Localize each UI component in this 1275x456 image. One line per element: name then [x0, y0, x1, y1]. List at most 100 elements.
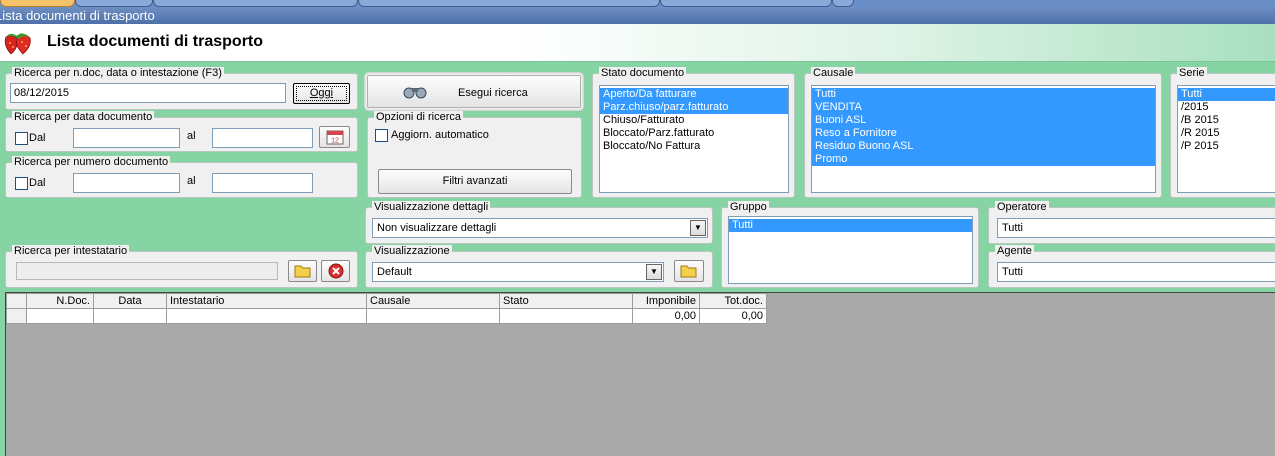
- col-header-causale[interactable]: Causale: [366, 293, 500, 309]
- col-header-imponibile[interactable]: Imponibile: [632, 293, 700, 309]
- advanced-filters-button[interactable]: Filtri avanzati: [378, 169, 572, 194]
- advanced-filters-label: Filtri avanzati: [442, 175, 508, 187]
- search-options-label: Opzioni di ricerca: [374, 111, 463, 124]
- causale-list[interactable]: Tutti VENDITA Buoni ASL Reso a Fornitore Res…: [811, 85, 1156, 193]
- quick-search-input[interactable]: 08/12/2015: [10, 83, 286, 103]
- grid-header-row: N.Doc. Data Intestatario Causale Stato I…: [6, 293, 767, 309]
- serie-label: Serie: [1177, 67, 1207, 80]
- row-selector-header[interactable]: [6, 293, 27, 309]
- cell-ndoc[interactable]: [26, 308, 94, 324]
- clear-holder-button[interactable]: [321, 260, 350, 282]
- view-group: Visualizzazione Default ▼: [365, 245, 713, 288]
- today-button[interactable]: Oggi: [293, 83, 350, 104]
- holder-search-label: Ricerca per intestatario: [12, 245, 130, 258]
- operator-value: Tutti: [1002, 222, 1023, 234]
- run-search-frame: Esegui ricerca: [365, 73, 583, 110]
- date-from-checkbox[interactable]: [15, 132, 28, 145]
- results-grid[interactable]: N.Doc. Data Intestatario Causale Stato I…: [5, 292, 1275, 456]
- list-item[interactable]: Bloccato/No Fattura: [600, 140, 788, 153]
- agent-group: Agente Tutti: [988, 245, 1275, 288]
- causale-group: Causale Tutti VENDITA Buoni ASL Reso a Forn…: [804, 67, 1162, 198]
- col-header-stato[interactable]: Stato: [499, 293, 633, 309]
- folder-icon: [680, 265, 697, 278]
- list-item[interactable]: /R 2015: [1178, 127, 1275, 140]
- table-row[interactable]: 0,00 0,00: [6, 308, 767, 324]
- cell-intestatario[interactable]: [166, 308, 367, 324]
- calendar-icon: 12: [326, 130, 343, 145]
- tab[interactable]: [358, 0, 660, 7]
- list-item[interactable]: /P 2015: [1178, 140, 1275, 153]
- view-select[interactable]: Default ▼: [372, 262, 664, 282]
- list-item[interactable]: VENDITA: [812, 101, 1155, 114]
- number-from-input[interactable]: [73, 173, 180, 193]
- agent-select[interactable]: Tutti: [997, 262, 1275, 282]
- cell-data[interactable]: [93, 308, 167, 324]
- list-item[interactable]: Residuo Buono ASL: [812, 140, 1155, 153]
- date-search-group: Ricerca per data documento Dal al 12: [5, 111, 358, 152]
- page-header: Lista documenti di trasporto: [0, 24, 1275, 62]
- window-title-bar: Lista documenti di trasporto: [0, 7, 1275, 24]
- auto-update-checkbox[interactable]: [375, 129, 388, 142]
- number-from-checkbox[interactable]: [15, 177, 28, 190]
- calendar-button[interactable]: 12: [319, 126, 350, 148]
- group-list[interactable]: Tutti: [728, 216, 973, 284]
- group-group: Gruppo Tutti: [721, 201, 979, 288]
- open-holder-button[interactable]: [288, 260, 317, 282]
- list-item[interactable]: Aperto/Da fatturare: [600, 88, 788, 101]
- list-item[interactable]: Promo: [812, 153, 1155, 166]
- list-item[interactable]: /2015: [1178, 101, 1275, 114]
- causale-label: Causale: [811, 67, 856, 80]
- results-table[interactable]: N.Doc. Data Intestatario Causale Stato I…: [6, 293, 767, 324]
- agent-value: Tutti: [1002, 266, 1023, 278]
- doc-state-group: Stato documento Aperto/Da fatturare Parz.…: [592, 67, 795, 198]
- list-item[interactable]: Reso a Fornitore: [812, 127, 1155, 140]
- tab[interactable]: [660, 0, 832, 7]
- col-header-ndoc[interactable]: N.Doc.: [26, 293, 94, 309]
- list-item[interactable]: Bloccato/Parz.fatturato: [600, 127, 788, 140]
- date-search-label: Ricerca per data documento: [12, 111, 155, 124]
- list-item[interactable]: Tutti: [729, 219, 972, 232]
- operator-label: Operatore: [995, 201, 1049, 214]
- tab[interactable]: [832, 0, 854, 7]
- doc-state-list[interactable]: Aperto/Da fatturare Parz.chiuso/parz.fatt…: [599, 85, 789, 193]
- number-search-group: Ricerca per numero documento Dal al: [5, 156, 358, 198]
- holder-search-input[interactable]: [16, 262, 278, 280]
- run-search-label: Esegui ricerca: [458, 87, 528, 99]
- list-item[interactable]: /B 2015: [1178, 114, 1275, 127]
- list-item[interactable]: Buoni ASL: [812, 114, 1155, 127]
- tab-active[interactable]: [0, 0, 75, 7]
- open-view-button[interactable]: [674, 260, 704, 282]
- tab[interactable]: [75, 0, 153, 7]
- col-header-data[interactable]: Data: [93, 293, 167, 309]
- date-from-input[interactable]: [73, 128, 180, 148]
- view-value: Default: [377, 266, 412, 278]
- cell-causale[interactable]: [366, 308, 500, 324]
- list-item[interactable]: Tutti: [1178, 88, 1275, 101]
- chevron-down-icon[interactable]: ▼: [690, 220, 706, 236]
- operator-select[interactable]: Tutti: [997, 218, 1275, 238]
- list-item[interactable]: Parz.chiuso/parz.fatturato: [600, 101, 788, 114]
- cell-imponibile[interactable]: 0,00: [632, 308, 700, 324]
- detail-view-label: Visualizzazione dettagli: [372, 201, 491, 214]
- col-header-intestatario[interactable]: Intestatario: [166, 293, 367, 309]
- row-selector[interactable]: [6, 308, 27, 324]
- agent-label: Agente: [995, 245, 1034, 258]
- cancel-icon: [328, 263, 343, 279]
- cell-stato[interactable]: [499, 308, 633, 324]
- list-item[interactable]: Tutti: [812, 88, 1155, 101]
- list-item[interactable]: Chiuso/Fatturato: [600, 114, 788, 127]
- binoculars-icon: [403, 87, 427, 99]
- cell-totdoc[interactable]: 0,00: [699, 308, 767, 324]
- quick-search-group: Ricerca per n.doc, data o intestazione (…: [5, 67, 358, 110]
- serie-list[interactable]: Tutti/2015/B 2015 /R 2015 /P 2015: [1177, 85, 1275, 193]
- number-to-input[interactable]: [212, 173, 313, 193]
- tab[interactable]: [153, 0, 358, 7]
- run-search-button[interactable]: Esegui ricerca: [367, 75, 581, 108]
- date-to-input[interactable]: [212, 128, 313, 148]
- col-header-totdoc[interactable]: Tot.doc.: [699, 293, 767, 309]
- window-title: Lista documenti di trasporto: [0, 8, 155, 23]
- search-options-group: Opzioni di ricerca Aggiorn. automatico F…: [367, 111, 582, 198]
- chevron-down-icon[interactable]: ▼: [646, 264, 662, 280]
- number-from-label: Dal: [29, 177, 46, 189]
- detail-view-select[interactable]: Non visualizzare dettagli ▼: [372, 218, 708, 238]
